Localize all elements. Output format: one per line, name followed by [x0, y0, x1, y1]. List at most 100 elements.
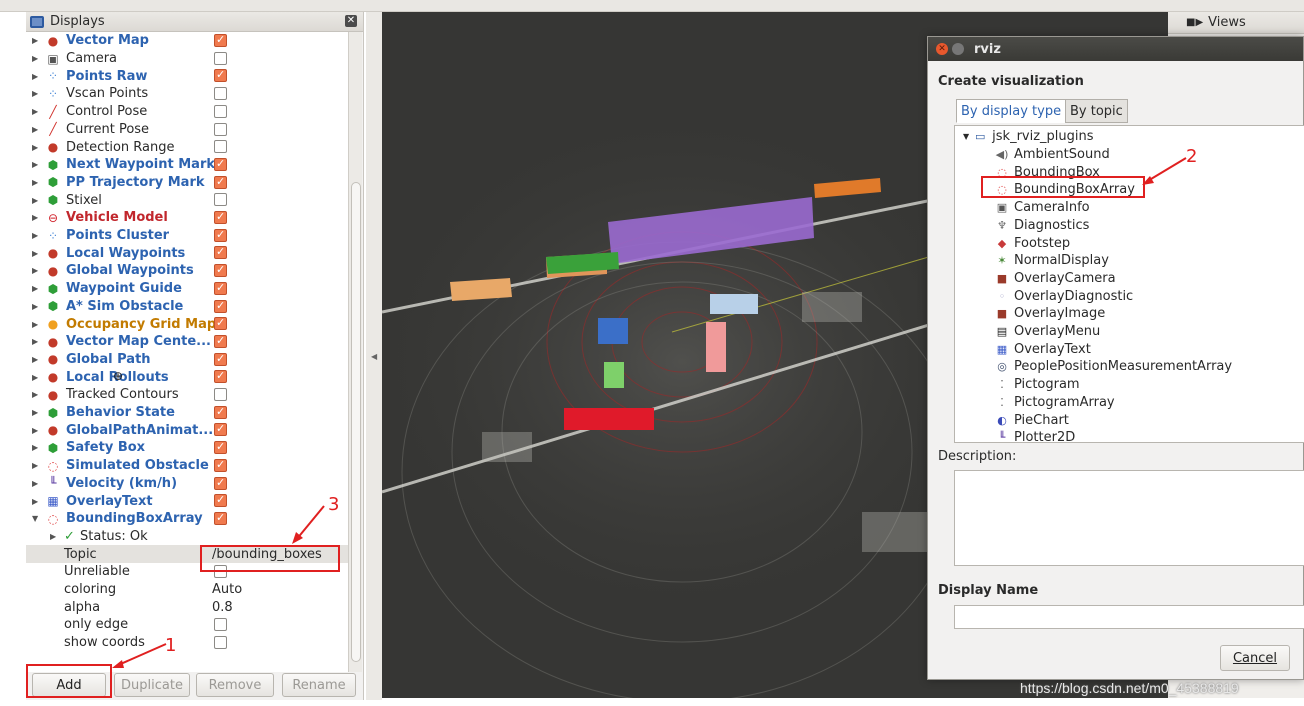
display-row[interactable]: ▶ ╙ Velocity (km/h) [26, 475, 348, 493]
enabled-checkbox[interactable] [214, 157, 227, 171]
display-row[interactable]: ▶ ▣ Camera [26, 50, 348, 68]
expand-right-icon[interactable]: ▶ [32, 337, 38, 346]
minimize-icon[interactable] [952, 43, 964, 55]
cancel-button[interactable]: Cancel [1220, 645, 1290, 671]
plugin-item[interactable]: ⁚ PictogramArray [995, 394, 1114, 412]
tab-by-topic[interactable]: By topic [1065, 99, 1128, 123]
display-row[interactable]: ▶ ● Global Waypoints [26, 262, 348, 280]
enabled-checkbox[interactable] [214, 104, 227, 118]
enabled-checkbox[interactable] [214, 511, 227, 525]
plugin-item[interactable]: ■ OverlayImage [995, 305, 1105, 323]
display-row[interactable]: ▶ ⬢ Behavior State [26, 404, 348, 422]
display-row[interactable]: ▶ ⬢ Safety Box [26, 439, 348, 457]
duplicate-button[interactable]: Duplicate [114, 673, 190, 697]
enabled-checkbox[interactable] [214, 369, 227, 384]
enabled-checkbox[interactable] [214, 210, 227, 224]
expand-right-icon[interactable]: ▶ [32, 408, 38, 417]
enabled-checkbox[interactable] [214, 122, 227, 136]
panel-splitter[interactable]: ◀ [366, 12, 382, 700]
expand-right-icon[interactable]: ▶ [32, 443, 38, 452]
plugin-item[interactable]: ✶ NormalDisplay [995, 252, 1109, 270]
enabled-checkbox[interactable] [214, 228, 227, 242]
display-row[interactable]: ▶ ╱ Control Pose [26, 103, 348, 121]
plugin-item[interactable]: ◀) AmbientSound [995, 146, 1110, 164]
expand-right-icon[interactable]: ▶ [32, 231, 38, 240]
property-value[interactable]: 0.8 [212, 600, 233, 615]
expand-right-icon[interactable]: ▶ [50, 532, 56, 541]
property-row[interactable]: coloring Auto [26, 581, 348, 599]
display-row[interactable]: ▶ ◌ Simulated Obstacle [26, 457, 348, 475]
display-row[interactable]: ▶ ● Global Path [26, 351, 348, 369]
plugin-item[interactable]: ╙ Plotter2D [995, 429, 1076, 442]
expand-right-icon[interactable]: ▶ [32, 426, 38, 435]
enabled-checkbox[interactable] [214, 422, 227, 437]
display-row[interactable]: ▶ ● Local Rollouts [26, 368, 348, 386]
expand-right-icon[interactable]: ▶ [32, 54, 38, 63]
expand-right-icon[interactable]: ▶ [32, 107, 38, 116]
enabled-checkbox[interactable] [214, 458, 227, 472]
enabled-checkbox[interactable] [214, 193, 227, 207]
enabled-checkbox[interactable] [214, 299, 227, 313]
property-row[interactable]: alpha 0.8 [26, 598, 348, 616]
display-name-input[interactable] [954, 605, 1304, 629]
expand-right-icon[interactable]: ▶ [32, 390, 38, 399]
expand-right-icon[interactable]: ▶ [32, 320, 38, 329]
display-row[interactable]: ▶ ● Occupancy Grid Map [26, 315, 348, 333]
display-row[interactable]: ▶ ● GlobalPathAnimat... [26, 421, 348, 439]
property-row[interactable]: only edge [26, 616, 348, 634]
plugin-item[interactable]: ◆ Footstep [995, 234, 1070, 252]
enabled-checkbox[interactable] [214, 175, 227, 189]
close-icon[interactable]: ✕ [345, 15, 357, 27]
expand-right-icon[interactable]: ▶ [32, 302, 38, 311]
plugin-item[interactable]: ◎ PeoplePositionMeasurementArray [995, 358, 1232, 376]
enabled-checkbox[interactable] [214, 281, 227, 295]
expand-right-icon[interactable]: ▶ [32, 178, 38, 187]
enabled-checkbox[interactable] [214, 440, 227, 455]
remove-button[interactable]: Remove [196, 673, 274, 697]
enabled-checkbox[interactable] [214, 334, 227, 348]
expand-right-icon[interactable]: ▶ [32, 143, 38, 152]
plugin-item[interactable]: ▣ CameraInfo [995, 199, 1090, 217]
enabled-checkbox[interactable] [214, 316, 227, 331]
enabled-checkbox[interactable] [214, 68, 227, 83]
enabled-checkbox[interactable] [214, 476, 227, 490]
expand-right-icon[interactable]: ▶ [32, 213, 38, 222]
display-row[interactable]: ▶ ● Vector Map Cente... [26, 333, 348, 351]
collapse-left-icon[interactable]: ◀ [371, 352, 377, 361]
expand-right-icon[interactable]: ▶ [32, 266, 38, 275]
plugin-item[interactable]: ⁚ Pictogram [995, 376, 1079, 394]
enabled-checkbox[interactable] [214, 388, 227, 401]
plugin-item[interactable]: ◦ OverlayDiagnostic [995, 287, 1133, 305]
enabled-checkbox[interactable] [214, 87, 227, 101]
expand-right-icon[interactable]: ▶ [32, 125, 38, 134]
expand-right-icon[interactable]: ▶ [32, 196, 38, 205]
expand-right-icon[interactable]: ▶ [32, 497, 38, 506]
enabled-checkbox[interactable] [214, 140, 227, 154]
expand-right-icon[interactable]: ▶ [32, 36, 38, 45]
enabled-checkbox[interactable] [214, 352, 227, 366]
display-row[interactable]: ▶ ⬢ Waypoint Guide [26, 280, 348, 298]
display-row[interactable]: ▶ ⬢ Next Waypoint Mark [26, 156, 348, 174]
enabled-checkbox[interactable] [214, 405, 227, 419]
expand-right-icon[interactable]: ▶ [32, 355, 38, 364]
plugin-item[interactable]: ♆ Diagnostics [995, 217, 1089, 235]
enabled-checkbox[interactable] [214, 51, 227, 65]
expand-right-icon[interactable]: ▶ [32, 373, 38, 382]
display-row[interactable]: ▶ ⁘ Vscan Points [26, 85, 348, 103]
enabled-checkbox[interactable] [214, 263, 227, 278]
expand-right-icon[interactable]: ▶ [32, 479, 38, 488]
display-row[interactable]: ▶ ● Tracked Contours [26, 386, 348, 404]
expand-right-icon[interactable]: ▶ [32, 284, 38, 293]
property-value[interactable]: Auto [212, 582, 242, 597]
display-row[interactable]: ▶ ⬢ PP Trajectory Mark [26, 174, 348, 192]
scrollbar-thumb[interactable] [351, 182, 361, 662]
property-checkbox[interactable] [214, 618, 227, 632]
tab-by-display-type[interactable]: By display type [956, 99, 1067, 123]
close-icon[interactable]: ✕ [936, 43, 948, 55]
rename-button[interactable]: Rename [282, 673, 356, 697]
expand-down-icon[interactable]: ▼ [963, 132, 969, 141]
display-row[interactable]: ▶ ● Local Waypoints [26, 244, 348, 262]
display-row[interactable]: ▶ ⬢ A* Sim Obstacle [26, 298, 348, 316]
enabled-checkbox[interactable] [214, 245, 227, 260]
plugin-item[interactable]: ◐ PieChart [995, 411, 1069, 429]
